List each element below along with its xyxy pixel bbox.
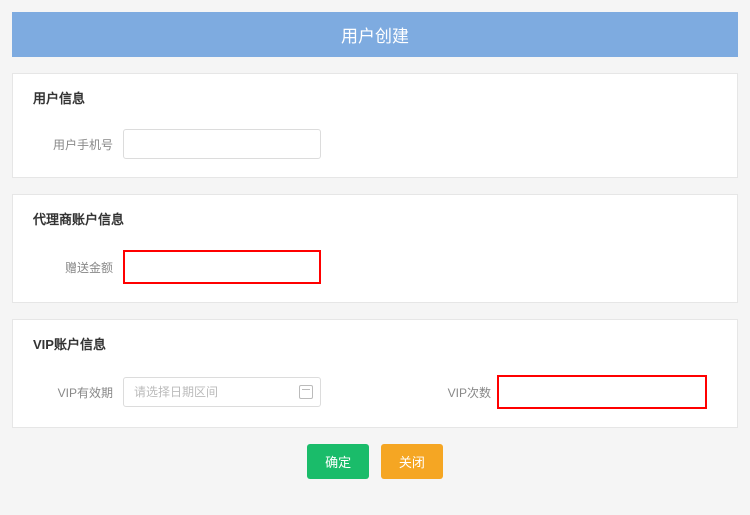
confirm-button[interactable]: 确定 [307, 444, 369, 479]
form-group-vip-period: VIP有效期 [33, 377, 321, 407]
section-user-info: 用户信息 用户手机号 [12, 73, 738, 178]
vip-period-label: VIP有效期 [33, 384, 113, 401]
bonus-label: 赠送金额 [33, 259, 113, 276]
form-group-bonus: 赠送金额 [33, 250, 321, 284]
close-button[interactable]: 关闭 [381, 444, 443, 479]
page-header: 用户创建 [12, 12, 738, 57]
vip-count-input[interactable] [497, 375, 707, 409]
phone-label: 用户手机号 [33, 136, 113, 153]
page-title: 用户创建 [341, 27, 409, 46]
vip-period-input[interactable] [123, 377, 321, 407]
vip-count-label: VIP次数 [448, 384, 491, 401]
section-vip-info: VIP账户信息 VIP有效期 VIP次数 [12, 319, 738, 428]
button-row: 确定 关闭 [12, 444, 738, 479]
bonus-amount-input[interactable] [123, 250, 321, 284]
section-title-user: 用户信息 [33, 88, 717, 107]
form-group-vip-count: VIP次数 [448, 375, 707, 409]
phone-input[interactable] [123, 129, 321, 159]
section-agent-info: 代理商账户信息 赠送金额 [12, 194, 738, 303]
form-group-phone: 用户手机号 [33, 129, 321, 159]
section-title-agent: 代理商账户信息 [33, 209, 717, 228]
section-title-vip: VIP账户信息 [33, 334, 717, 353]
